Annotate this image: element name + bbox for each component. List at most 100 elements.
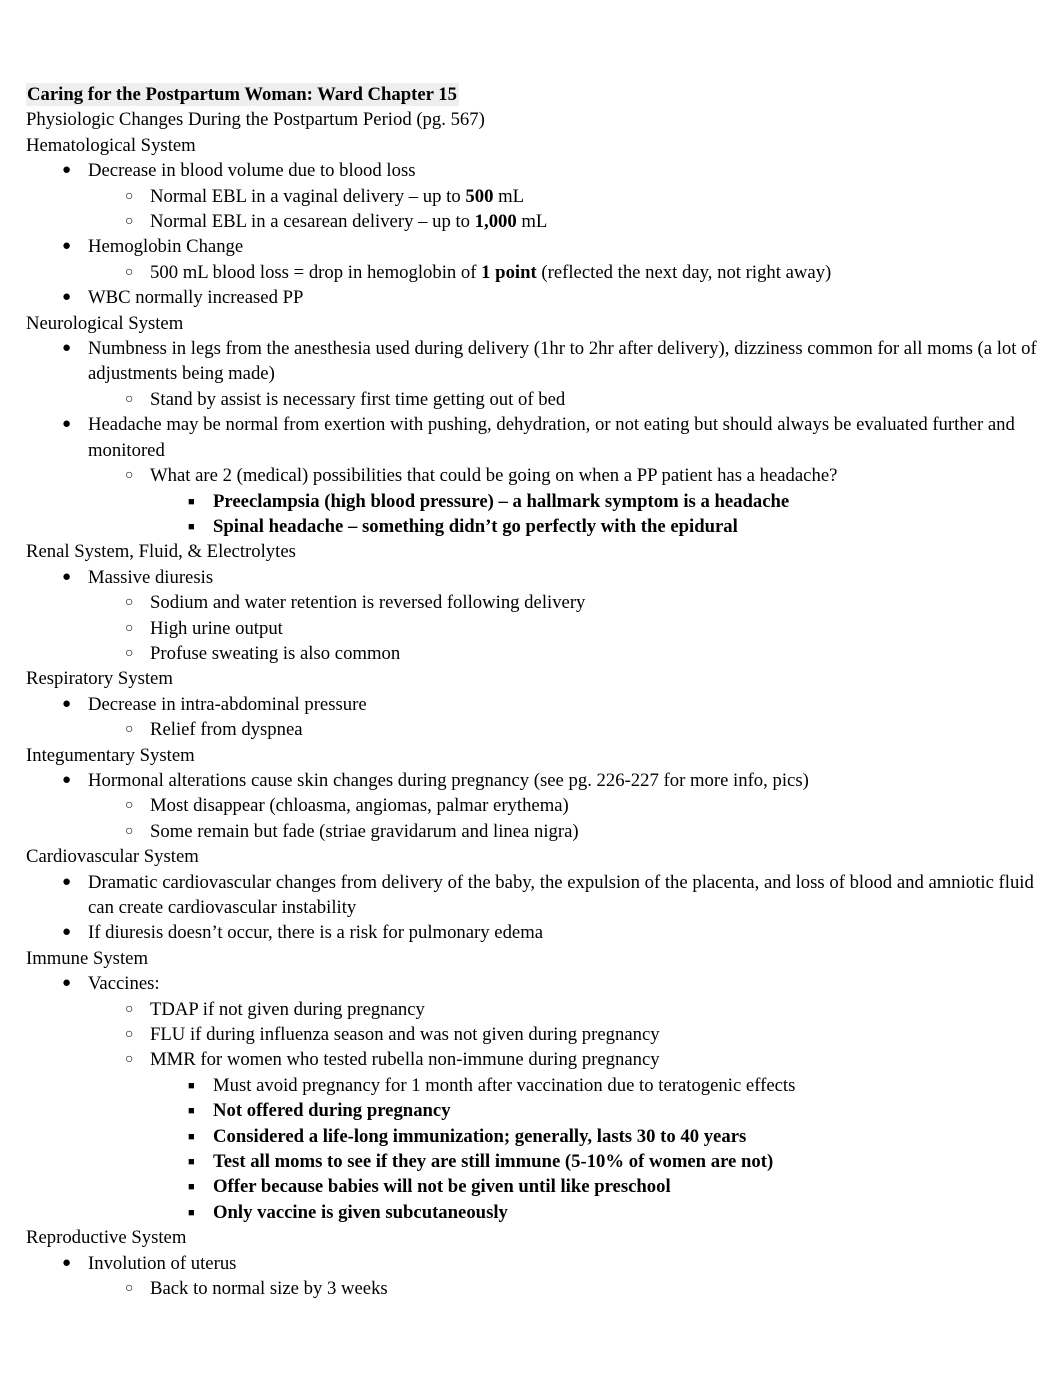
list-item-text: 500 mL blood loss = drop in hemoglobin o… xyxy=(150,262,831,283)
list-item-text: Involution of uterus xyxy=(88,1252,237,1274)
list-item: ■ Must avoid pregnancy for 1 month after … xyxy=(26,1073,1037,1098)
list-item: ○ TDAP if not given during pregnancy xyxy=(26,997,1037,1022)
list-item-text: Profuse sweating is also common xyxy=(150,642,401,664)
section-heading-immune-system: Immune System xyxy=(26,947,148,969)
bullet-level1-icon: ● xyxy=(62,1254,72,1271)
bullet-level2-icon: ○ xyxy=(125,264,134,280)
list-item: ● Involution of uterus xyxy=(26,1251,1037,1276)
section-heading-reproductive-system: Reproductive System xyxy=(26,1227,187,1249)
list-item: ■ Test all moms to see if they are still … xyxy=(26,1149,1037,1174)
list-item-text: MMR for women who tested rubella non-imm… xyxy=(150,1049,660,1071)
bullet-level3-icon: ■ xyxy=(188,1079,195,1092)
bullet-level2-icon: ○ xyxy=(125,1001,134,1017)
bullet-level1-icon: ● xyxy=(62,771,72,788)
bullet-level3-icon: ■ xyxy=(188,1156,195,1169)
list-item-text: Some remain but fade (striae gravidarum … xyxy=(150,820,579,842)
list-item-text: Headache may be normal from exertion wit… xyxy=(88,414,1015,461)
bullet-level2-icon: ○ xyxy=(125,1052,134,1068)
sections-container: Hematological System ● Decrease in blood v… xyxy=(26,133,1037,1302)
list-item-text: Sodium and water retention is reversed f… xyxy=(150,592,586,614)
list-item: ■ Considered a life-long immunization; ge… xyxy=(26,1124,1037,1149)
list-item: ● Hormonal alterations cause skin changes… xyxy=(26,768,1037,793)
bullet-level2-icon: ○ xyxy=(125,214,134,230)
bullet-level3-icon: ■ xyxy=(188,1105,195,1118)
list-item-text: Must avoid pregnancy for 1 month after v… xyxy=(213,1074,796,1096)
list-item: ○ Profuse sweating is also common xyxy=(26,641,1037,666)
list-item-text: Massive diuresis xyxy=(88,566,214,588)
list-item-text: If diuresis doesn’t occur, there is a ri… xyxy=(88,922,544,944)
bullet-level3-icon: ■ xyxy=(188,1181,195,1194)
bullet-level3-icon: ■ xyxy=(188,520,195,533)
bullet-level2-icon: ○ xyxy=(125,620,134,636)
list-item: ○ Some remain but fade (striae gravidarum… xyxy=(26,819,1037,844)
list-item: ○ Normal EBL in a vaginal delivery – up t… xyxy=(26,184,1037,209)
bullet-level2-icon: ○ xyxy=(125,722,134,738)
list-item-text-emphasis: 1 point xyxy=(481,261,537,283)
list-item: ○ High urine output xyxy=(26,616,1037,641)
list-item-text: Decrease in intra-abdominal pressure xyxy=(88,693,367,715)
list-item: ■ Offer because babies will not be given … xyxy=(26,1174,1037,1199)
list-item-text-post: mL xyxy=(493,185,525,207)
list-item-text: Decrease in blood volume due to blood lo… xyxy=(88,160,416,182)
list-item-text-pre: Normal EBL in a vaginal delivery – up to xyxy=(150,185,466,207)
list-item: ○ MMR for women who tested rubella non-im… xyxy=(26,1047,1037,1072)
list-item: ○ What are 2 (medical) possibilities that… xyxy=(26,463,1037,488)
list-item: ○ Stand by assist is necessary first time… xyxy=(26,387,1037,412)
list-item: ■ Not offered during pregnancy xyxy=(26,1098,1037,1123)
list-item-text: TDAP if not given during pregnancy xyxy=(150,998,425,1020)
bullet-level2-icon: ○ xyxy=(125,595,134,611)
list-item-text: Vaccines: xyxy=(88,973,160,995)
list-item-text: Not offered during pregnancy xyxy=(213,1100,451,1122)
list-item-text: Most disappear (chloasma, angiomas, palm… xyxy=(150,795,569,817)
document-body: Caring for the Postpartum Woman: Ward Ch… xyxy=(26,82,1037,1302)
list-item-text-emphasis: 1,000 xyxy=(474,211,517,233)
list-item-text: WBC normally increased PP xyxy=(88,287,304,309)
page-title: Caring for the Postpartum Woman: Ward Ch… xyxy=(26,82,1037,107)
list-item: ■ Spinal headache – something didn’t go p… xyxy=(26,514,1037,539)
list-item: ● Dramatic cardiovascular changes from de… xyxy=(26,870,1037,921)
list-item: ○ Most disappear (chloasma, angiomas, pal… xyxy=(26,793,1037,818)
bullet-level1-icon: ● xyxy=(62,695,72,712)
document-subtitle: Physiologic Changes During the Postpartu… xyxy=(26,109,485,131)
bullet-level2-icon: ○ xyxy=(125,1027,134,1043)
list-item: ● If diuresis doesn’t occur, there is a r… xyxy=(26,920,1037,945)
bullet-level3-icon: ■ xyxy=(188,1130,195,1143)
list-item: ○ Sodium and water retention is reversed … xyxy=(26,590,1037,615)
bullet-level1-icon: ● xyxy=(62,975,72,992)
bullet-level2-icon: ○ xyxy=(125,391,134,407)
section-heading-renal-system-fluid-electrolytes: Renal System, Fluid, & Electrolytes xyxy=(26,541,296,563)
page-title-text: Caring for the Postpartum Woman: Ward Ch… xyxy=(26,83,459,106)
bullet-level2-icon: ○ xyxy=(125,645,134,661)
bullet-level2-icon: ○ xyxy=(125,798,134,814)
list-item-text-post: mL xyxy=(516,211,548,233)
list-item: ○ Back to normal size by 3 weeks xyxy=(26,1276,1037,1301)
list-item: ● Hemoglobin Change xyxy=(26,234,1037,259)
list-item: ○ FLU if during influenza season and was … xyxy=(26,1022,1037,1047)
list-item: ● Numbness in legs from the anesthesia us… xyxy=(26,336,1037,387)
list-item-text: Dramatic cardiovascular changes from del… xyxy=(88,871,1034,918)
list-item-text-emphasis: 500 xyxy=(465,185,494,207)
bullet-level1-icon: ● xyxy=(62,340,72,357)
bullet-level2-icon: ○ xyxy=(125,188,134,204)
bullet-level1-icon: ● xyxy=(62,873,72,890)
bullet-level1-icon: ● xyxy=(62,568,72,585)
list-item-text-post: (reflected the next day, not right away) xyxy=(536,261,832,283)
bullet-level2-icon: ○ xyxy=(125,1281,134,1297)
list-item-text: Stand by assist is necessary first time … xyxy=(150,388,566,410)
list-item-text: FLU if during influenza season and was n… xyxy=(150,1024,660,1046)
list-item-text: Relief from dyspnea xyxy=(150,719,303,741)
list-item: ○ Normal EBL in a cesarean delivery – up … xyxy=(26,209,1037,234)
list-item-text: Normal EBL in a cesarean delivery – up t… xyxy=(150,211,547,232)
list-item-text: Hemoglobin Change xyxy=(88,236,244,258)
section-heading-neurological-system: Neurological System xyxy=(26,312,184,334)
list-item-text: High urine output xyxy=(150,617,283,639)
list-item-text: What are 2 (medical) possibilities that … xyxy=(150,465,838,487)
section-heading-cardiovascular-system: Cardiovascular System xyxy=(26,846,199,868)
list-item-text: Hormonal alterations cause skin changes … xyxy=(88,769,809,791)
bullet-level1-icon: ● xyxy=(62,238,72,255)
bullet-level1-icon: ● xyxy=(62,924,72,941)
document-page: Caring for the Postpartum Woman: Ward Ch… xyxy=(0,0,1062,1377)
bullet-level3-icon: ■ xyxy=(188,495,195,508)
list-item: ● Decrease in intra-abdominal pressure xyxy=(26,692,1037,717)
list-item: ● Decrease in blood volume due to blood l… xyxy=(26,158,1037,183)
